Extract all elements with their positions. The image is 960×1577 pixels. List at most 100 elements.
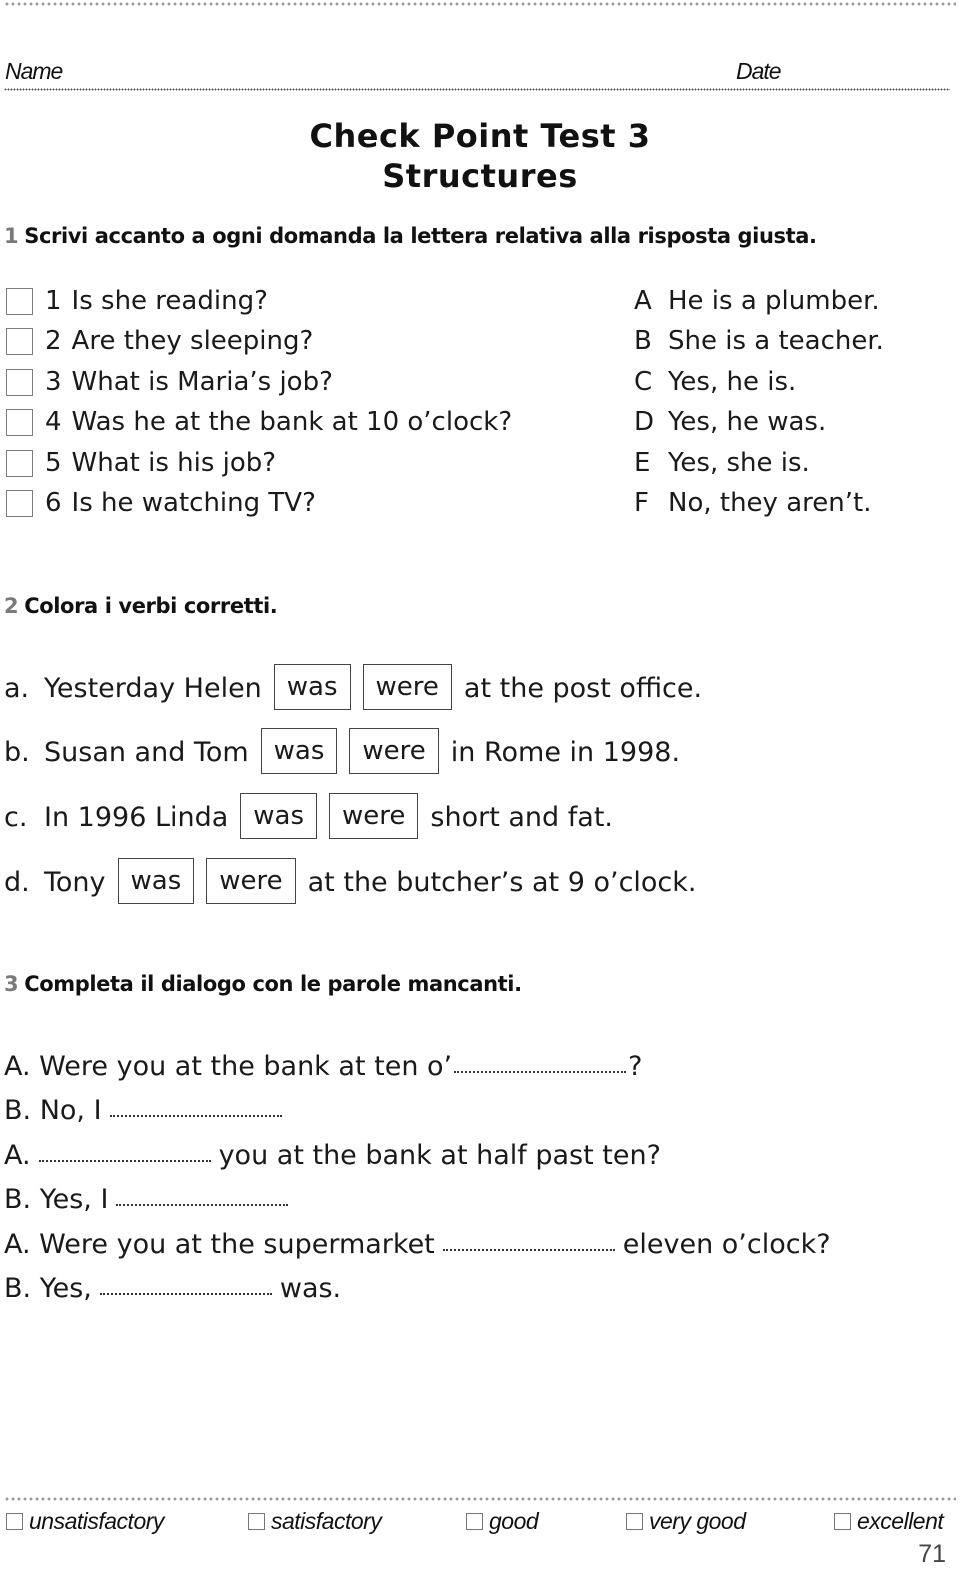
rating-label: good [489,1508,539,1534]
question-item: 5 What is his job? [6,446,276,480]
rating-checkbox[interactable] [626,1513,643,1530]
page-number: 71 [918,1540,946,1568]
sentence-end: at the post office. [463,672,703,704]
dialogue-text-after: was. [279,1272,342,1304]
answer-letter: B [634,326,652,356]
verb-option-were[interactable]: were [362,664,452,710]
fill-in-blank[interactable] [99,1273,272,1295]
answer-text: He is a plumber. [668,286,880,316]
dialogue-text-after: ? [628,1050,643,1082]
verb-item: a. Yesterday Helen was were at the post … [4,664,702,712]
answer-item: B She is a teacher. [634,324,884,358]
verb-option-were[interactable]: were [349,728,439,774]
answer-text: Yes, she is. [668,448,810,478]
dialogue-text-before: B. Yes, [4,1272,92,1304]
sentence-end: in Rome in 1998. [450,736,681,768]
answer-item: A He is a plumber. [634,284,880,318]
rating-label: very good [649,1508,746,1534]
dialogue-text-before: A. [4,1139,31,1171]
answer-checkbox[interactable] [6,408,33,436]
verb-item: d. Tony was were at the butcher’s at 9 o… [4,858,697,906]
rating-checkbox[interactable] [248,1513,265,1530]
fill-in-blank[interactable] [442,1229,615,1251]
name-date-line[interactable] [4,88,950,91]
question-number: 1 [45,286,62,316]
exercise-number: 2 [4,594,19,618]
rating-label: unsatisfactory [29,1508,164,1534]
rating-option: very good [626,1508,746,1535]
page-title: Check Point Test 3 Structures [0,116,960,196]
answer-item: F No, they aren’t. [634,486,871,520]
exercise-number: 3 [4,972,19,996]
dialogue-line: A. Were you at the bank at ten o’ ? [4,1046,642,1086]
answer-item: D Yes, he was. [634,405,826,439]
answer-item: C Yes, he is. [634,365,796,399]
verb-option-was[interactable]: was [260,728,338,774]
bottom-dotted-border [4,1497,956,1501]
dialogue-line: A. you at the bank at half past ten? [4,1135,661,1175]
question-item: 1 Is she reading? [6,284,268,318]
sentence-end: short and fat. [430,801,613,833]
answer-checkbox[interactable] [6,327,33,355]
rating-option: excellent [834,1508,944,1535]
exercise-instruction: Scrivi accanto a ogni domanda la lettera… [24,224,817,248]
verb-option-were[interactable]: were [329,793,419,839]
question-text: What is his job? [71,448,277,478]
rating-checkbox[interactable] [6,1513,23,1530]
rating-label: excellent [857,1508,944,1534]
question-text: Was he at the bank at 10 o’clock? [71,407,513,437]
dialogue-text-before: A. Were you at the supermarket [4,1228,435,1260]
answer-letter: F [634,488,649,518]
question-number: 6 [45,488,62,518]
fill-in-blank[interactable] [454,1051,627,1073]
verb-option-was[interactable]: was [273,664,351,710]
verb-option-was[interactable]: was [240,793,318,839]
verb-option-were[interactable]: were [206,858,296,904]
question-text: Is she reading? [71,286,268,316]
fill-in-blank[interactable] [38,1140,211,1162]
answer-checkbox[interactable] [6,368,33,396]
dialogue-line: B. Yes, I [4,1179,296,1219]
dialogue-text-before: A. Were you at the bank at ten o’ [4,1050,453,1082]
question-number: 5 [45,448,62,478]
exercise-2-heading: 2 Colora i verbi corretti. [4,594,278,618]
dialogue-line: A. Were you at the supermarket eleven o’… [4,1224,831,1264]
question-text: What is Maria’s job? [71,367,333,397]
exercise-number: 1 [4,224,19,248]
exercise-3-heading: 3 Completa il dialogo con le parole manca… [4,972,522,996]
answer-item: E Yes, she is. [634,446,810,480]
question-text: Is he watching TV? [71,488,316,518]
answer-letter: D [634,407,655,437]
answer-checkbox[interactable] [6,489,33,517]
rating-checkbox[interactable] [466,1513,483,1530]
verb-item: b. Susan and Tom was were in Rome in 199… [4,728,680,776]
sentence-start: Susan and Tom [44,736,249,768]
dialogue-line: B. Yes, was. [4,1268,341,1308]
answer-text: She is a teacher. [668,326,884,356]
sentence-start: In 1996 Linda [44,801,229,833]
dialogue-text-after: you at the bank at half past ten? [218,1139,661,1171]
question-number: 3 [45,367,62,397]
dialogue-text-before: B. Yes, I [4,1183,109,1215]
fill-in-blank[interactable] [116,1184,289,1206]
answer-letter: A [634,286,652,316]
dialogue-text-after: eleven o’clock? [622,1228,831,1260]
exercise-instruction: Completa il dialogo con le parole mancan… [24,972,522,996]
rating-option: good [466,1508,539,1535]
answer-checkbox[interactable] [6,449,33,477]
item-label: d. [4,866,30,898]
sentence-start: Yesterday Helen [44,672,262,704]
date-label: Date [736,58,782,84]
rating-label: satisfactory [271,1508,382,1534]
sentence-start: Tony [44,866,106,898]
verb-option-was[interactable]: was [117,858,195,904]
rating-option: satisfactory [248,1508,382,1535]
name-label: Name [5,58,63,84]
item-label: b. [4,736,30,768]
answer-checkbox[interactable] [6,287,33,315]
rating-checkbox[interactable] [834,1513,851,1530]
verb-item: c. In 1996 Linda was were short and fat. [4,793,613,841]
answer-text: No, they aren’t. [668,488,872,518]
fill-in-blank[interactable] [109,1095,282,1117]
question-number: 2 [45,326,62,356]
